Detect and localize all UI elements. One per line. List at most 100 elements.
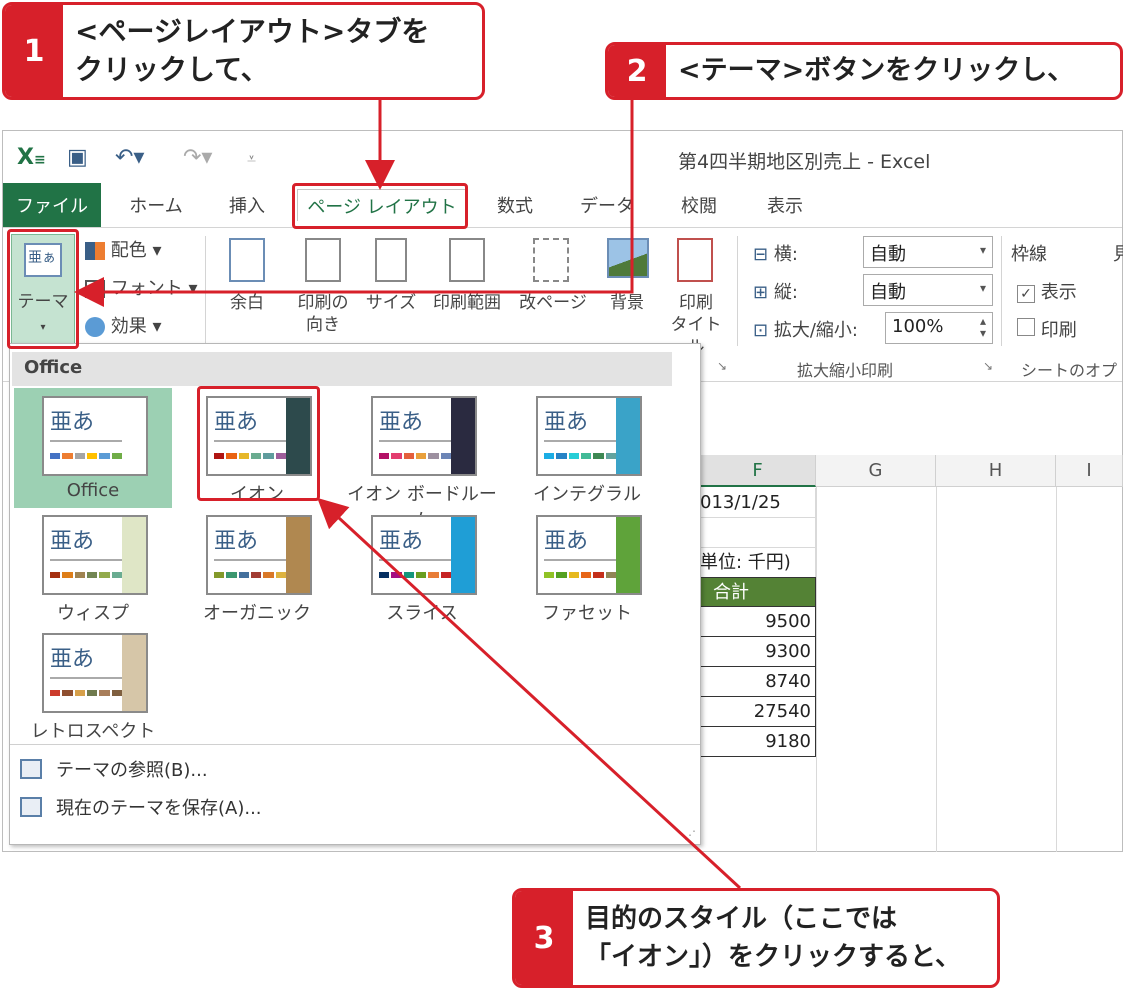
cell-empty[interactable] [700, 518, 816, 548]
dialog-launcher-icon[interactable]: ↘ [717, 359, 727, 373]
column-header-g[interactable]: G [816, 455, 936, 487]
width-value: 自動 [870, 244, 906, 265]
callout-number: 2 [608, 45, 666, 97]
margins-button[interactable]: 余白 [217, 234, 277, 346]
save-theme-item[interactable]: 現在のテーマを保存(A)... [20, 794, 262, 820]
redo-icon[interactable]: ↷▾ [183, 145, 212, 170]
theme-name: ウィスプ [57, 603, 129, 624]
width-select[interactable]: 自動 ▾ [863, 236, 993, 268]
gridlines-view-checkbox[interactable]: ✓ 表示 [1017, 278, 1077, 304]
theme-item[interactable]: 亜あオーガニック [178, 507, 336, 627]
color-swatch [74, 453, 85, 459]
margins-icon [229, 238, 265, 282]
theme-name: オーガニック [203, 603, 311, 624]
theme-sample-lines [544, 559, 618, 561]
callout-text: <ページレイアウト>タブを クリックして、 [75, 15, 430, 86]
color-swatch [440, 453, 451, 459]
tab-formulas[interactable]: 数式 [485, 189, 545, 221]
theme-sample-glyph: 亜あ [379, 529, 424, 554]
background-button[interactable]: 背景 [597, 234, 657, 346]
gridlines-print-label: 印刷 [1040, 320, 1077, 341]
resize-grip-icon[interactable]: ⋰ [684, 828, 696, 842]
column-header-f[interactable]: F [700, 455, 816, 487]
breaks-button[interactable]: 改ページ [513, 234, 593, 346]
tab-insert[interactable]: 挿入 [219, 189, 275, 221]
colors-button[interactable]: 配色 ▾ [85, 236, 162, 262]
cell-date[interactable]: 013/1/25 [700, 488, 816, 518]
gridlines-title: 枠線 [1011, 244, 1047, 265]
cell-total[interactable]: 8740 [700, 667, 816, 697]
print-area-button[interactable]: 印刷範囲 [425, 234, 509, 346]
cell-total[interactable]: 9500 [700, 607, 816, 637]
save-theme-label: 現在のテーマを保存(A)... [56, 798, 262, 819]
dialog-launcher-icon[interactable]: ↘ [983, 359, 993, 373]
theme-thumbnail: 亜あ [536, 396, 642, 476]
theme-item[interactable]: 亜あイオン ボードルーム [343, 388, 501, 531]
sheet-options-group-label: シートのオプ [1021, 361, 1118, 380]
theme-sample-lines [50, 440, 124, 442]
color-swatch [86, 690, 98, 696]
background-icon [607, 238, 649, 278]
zoom-value: 100% [892, 316, 944, 337]
theme-item[interactable]: 亜あ ファセット [508, 507, 666, 627]
tab-data[interactable]: データ [575, 189, 639, 221]
color-swatch [580, 572, 592, 578]
callout-text: <テーマ>ボタンをクリックし、 [678, 55, 1075, 86]
cell-total[interactable]: 27540 [700, 697, 816, 727]
effects-icon [85, 317, 105, 337]
callout-step-3: 3 目的のスタイル（ここでは 「イオン」）をクリックすると、 [512, 888, 1000, 988]
height-icon: ⊞ [753, 282, 769, 303]
color-swatch [111, 572, 122, 578]
browse-themes-item[interactable]: テーマの参照(B)... [20, 756, 208, 782]
theme-item[interactable]: 亜あ レトロスペクト [14, 625, 172, 745]
color-swatch [593, 453, 604, 459]
orientation-button[interactable]: 印刷の 向き [285, 234, 361, 346]
cell-total[interactable]: 9180 [700, 727, 816, 757]
folder-icon [20, 759, 42, 779]
effects-button[interactable]: 効果 ▾ [85, 312, 162, 338]
undo-icon[interactable]: ↶▾ [115, 145, 144, 170]
column-header-i[interactable]: I [1056, 455, 1123, 487]
theme-sample-glyph: 亜あ [214, 529, 259, 554]
theme-thumbnail: 亜あ [42, 396, 148, 476]
cell-total-header[interactable]: 合計 [700, 577, 816, 607]
theme-color-swatches [50, 453, 124, 459]
color-swatch [99, 572, 110, 578]
theme-item[interactable]: 亜あ インテグラル [508, 388, 666, 508]
cell-total[interactable]: 9300 [700, 637, 816, 667]
color-swatch [263, 572, 274, 578]
height-select[interactable]: 自動 ▾ [863, 274, 993, 306]
fonts-button[interactable]: フォント ▾ [85, 274, 198, 300]
zoom-spinner[interactable]: 100% ▴ ▾ [885, 312, 993, 344]
theme-color-swatches [50, 690, 124, 696]
color-swatch [99, 690, 110, 696]
color-swatch [403, 572, 414, 578]
theme-sample-glyph: 亜あ [544, 410, 589, 435]
color-swatch [50, 453, 61, 459]
gridlines-print-checkbox[interactable]: 印刷 [1017, 316, 1077, 342]
tab-view[interactable]: 表示 [755, 189, 815, 221]
color-swatch [214, 572, 225, 578]
tab-home[interactable]: ホーム [121, 189, 191, 221]
theme-name: ファセット [542, 603, 632, 624]
size-icon [375, 238, 407, 282]
theme-color-swatches [214, 572, 288, 578]
save-icon[interactable]: ▣ [67, 145, 88, 170]
color-swatch [568, 572, 579, 578]
theme-item[interactable]: 亜あ Office [14, 388, 172, 508]
tab-file[interactable]: ファイル [3, 183, 101, 227]
color-swatch [605, 453, 616, 459]
size-button[interactable]: サイズ [361, 234, 421, 346]
tab-review[interactable]: 校閲 [669, 189, 729, 221]
checkbox-icon [1017, 318, 1035, 336]
theme-thumbnail: 亜あ [206, 515, 312, 595]
print-titles-icon [677, 238, 713, 282]
theme-item[interactable]: 亜あ スライス [343, 507, 501, 627]
color-swatch [86, 453, 98, 459]
column-header-h[interactable]: H [936, 455, 1056, 487]
theme-item[interactable]: 亜あ ウィスプ [14, 507, 172, 627]
customize-qat-icon[interactable]: ⩡ [247, 149, 256, 169]
highlight-ion-theme [197, 386, 320, 501]
cell-unit[interactable]: 単位: 千円) [700, 548, 816, 578]
print-titles-button[interactable]: 印刷 タイトル [663, 234, 729, 357]
